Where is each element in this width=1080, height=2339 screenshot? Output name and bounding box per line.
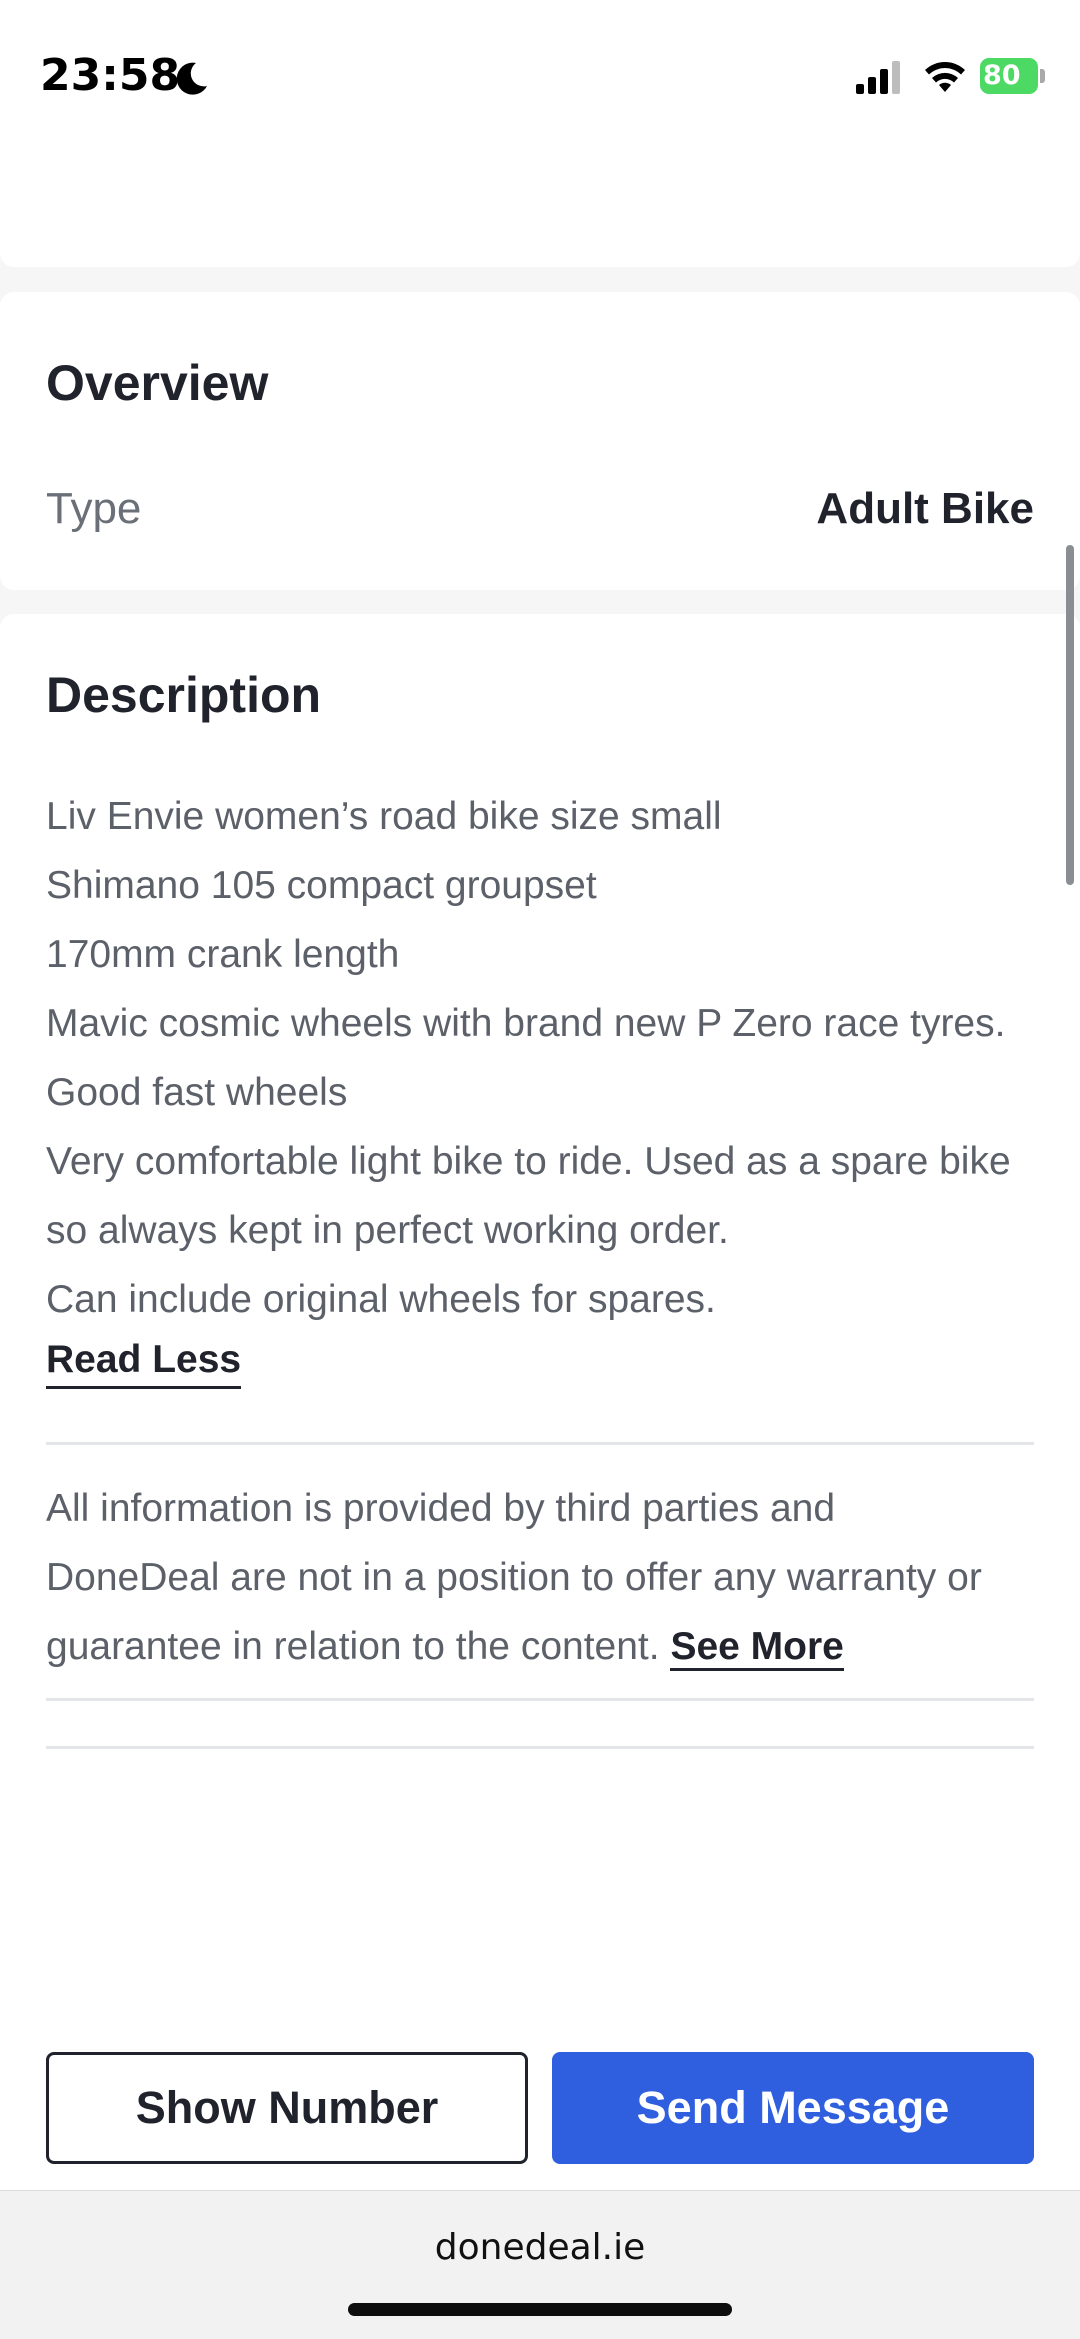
disclaimer-line-text: guarantee in relation to the content. [46,1625,660,1668]
divider [46,1746,1034,1749]
description-line: Good fast wheels [46,1071,348,1114]
status-bar: 23:58 80 [0,0,1080,150]
type-value: Adult Bike [816,484,1034,533]
description-line: Very comfortable light bike to ride. Use… [46,1140,1011,1183]
battery-cap [1040,69,1045,83]
overview-title: Overview [46,355,269,411]
description-line: Mavic cosmic wheels with brand new P Zer… [46,1002,1006,1045]
previous-section-card [0,150,1080,267]
description-text: Liv Envie women’s road bike size small S… [46,782,1046,1334]
moon-icon [176,62,207,95]
description-line: Can include original wheels for spares. [46,1278,716,1321]
disclaimer-text: All information is provided by third par… [46,1474,1046,1681]
scrollbar[interactable] [1066,545,1074,885]
disclaimer-line: All information is provided by third par… [46,1487,836,1530]
battery-icon: 80 [980,58,1045,96]
description-line: Liv Envie women’s road bike size small [46,795,722,838]
wifi-icon [925,62,965,92]
url-text[interactable]: donedeal.ie [0,2227,1080,2268]
status-time: 23:58 [40,50,181,101]
divider [46,1698,1034,1701]
send-message-button[interactable]: Send Message [552,2052,1034,2164]
home-indicator[interactable] [348,2303,732,2316]
overview-card: Overview Type Adult Bike [0,292,1080,590]
battery-level: 80 [983,60,1021,91]
see-more-link[interactable]: See More [670,1625,844,1671]
browser-url-bar: donedeal.ie [0,2190,1080,2339]
description-line: so always kept in perfect working order. [46,1209,729,1252]
description-card: Description Liv Envie women’s road bike … [0,614,1080,2224]
disclaimer-line: DoneDeal are not in a position to offer … [46,1556,982,1599]
show-number-button[interactable]: Show Number [46,2052,528,2164]
divider [46,1442,1034,1445]
read-less-link[interactable]: Read Less [46,1334,242,1389]
description-line: Shimano 105 compact groupset [46,864,597,907]
signal-icon [856,61,900,94]
disclaimer-line: guarantee in relation to the content. Se… [46,1612,1046,1681]
description-line: 170mm crank length [46,933,400,976]
type-label: Type [46,484,142,533]
description-title: Description [46,667,322,723]
